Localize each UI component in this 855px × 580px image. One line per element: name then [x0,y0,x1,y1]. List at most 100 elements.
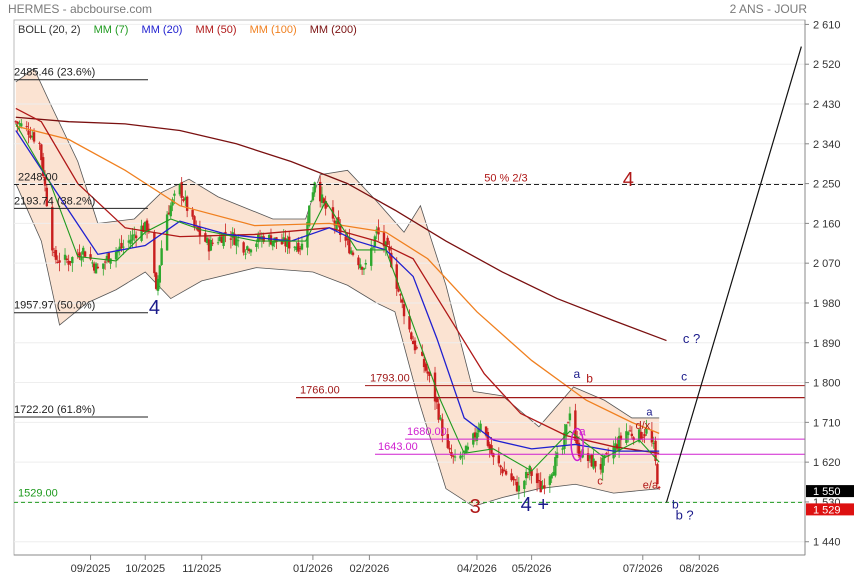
x-tick-label: 01/2026 [293,563,333,575]
x-tick-label: 11/2025 [182,563,221,575]
y-tick-label: 2 250 [813,179,841,191]
candle-body [413,340,417,351]
candle-body [20,123,23,127]
candle-body [415,347,418,349]
candle-body [439,417,442,420]
candle-body [448,447,451,450]
x-tick-label: 05/2026 [512,563,552,575]
candle-body [466,446,470,450]
fib-level-label: 1722.20 (61.8%) [14,404,95,416]
candle-body [103,261,107,263]
candle-body [566,422,570,424]
candle-body [114,251,118,260]
candle-body [191,210,194,217]
y-tick-label: 1 440 [813,537,841,549]
candle-body [643,434,646,437]
candle-body [313,182,316,193]
candle-body [362,268,366,270]
candle-body [38,142,41,144]
x-tick-label: 09/2025 [71,563,111,575]
candle-body [244,253,247,255]
candle-body [185,196,189,211]
y-tick-label: 2 160 [813,218,841,230]
candle-body [229,238,233,240]
level-1643-label: 1643.00 [378,441,418,453]
y-tick-label: 2 070 [813,258,841,270]
candle-body [249,249,253,253]
candle-body [288,236,291,249]
candle-body [311,192,315,201]
candle-body [639,431,643,440]
wave-label: c ? [683,331,700,346]
x-tick-label: 10/2025 [125,563,165,575]
candle-body [475,432,479,441]
legend-boll: BOLL (20, 2) [18,24,81,36]
y-tick-label: 1 620 [813,457,841,469]
candle-body [173,193,176,196]
wave-label: 4 [623,169,634,191]
candle-body [242,242,245,253]
wave-label: 3 [470,496,481,518]
candle-body [397,288,400,292]
candle-body [554,457,557,476]
stock-chart: 2485.46 (23.6%) 2193.74 (38.2%) 1957.97 (5… [13,19,854,575]
candle-body [71,257,74,264]
candle-body [402,304,406,317]
candle-body [235,238,238,246]
candle-body [58,260,61,263]
x-tick-label: 04/2026 [457,563,497,575]
wave-label: 4 [149,297,160,319]
candle-body [499,465,502,468]
candle-body [514,479,517,481]
candle-body [169,205,172,217]
candle-body [131,234,134,241]
legend-mm100: MM (100) [249,24,297,36]
candle-body [351,252,355,255]
candle-body [386,237,389,245]
wave-label: c [681,369,687,383]
candle-body [357,257,360,266]
candle-body [32,132,36,142]
wave-label: a [646,407,653,419]
candle-body [399,294,402,296]
candle-body [158,265,162,283]
candle-body [236,240,240,242]
candle-body [122,246,125,248]
candle-body [401,299,404,303]
x-tick-label: 08/2026 [679,563,719,575]
candle-body [628,430,632,432]
level-2248-label: 2248.00 [18,171,58,183]
candle-body [543,485,546,489]
legend-mm50: MM (50) [195,24,237,36]
x-axis: 09/2025 10/2025 11/2025 01/2026 02/2026 04/20… [14,554,805,575]
level-1529-label: 1529.00 [18,487,58,499]
y-tick-label: 1 710 [813,417,841,429]
candle-body [627,432,630,436]
candle-body [309,200,313,202]
legend-mm20: MM (20) [141,24,183,36]
candle-body [424,363,428,371]
wave-label: d/x [636,420,651,432]
x-tick-label: 02/2026 [350,563,390,575]
candle-body [300,243,304,250]
candle-body [641,436,644,438]
y-tick-label: 1 890 [813,338,841,350]
candle-body [517,485,521,492]
wave-label: c [597,475,603,487]
candle-body [102,263,105,269]
wave-label: a [574,367,581,381]
wave-label: e/a [643,480,659,492]
fib-level-label: 1957.97 (50.0%) [14,300,95,312]
candle-body [523,480,526,489]
candle-body [535,473,539,484]
candle-body [568,413,572,421]
candle-body [437,403,440,420]
candle-body [109,258,112,264]
wave-label: b ? [676,508,694,523]
candle-body [160,248,163,266]
candle-body [344,236,347,241]
y-axis: 2 610 2 520 2 430 2 340 2 250 2 160 2 070 1 980… [804,19,854,555]
candle-body [594,460,597,467]
candle-body [461,455,464,457]
legend: BOLL (20, 2) MM (7) MM (20) MM (50) MM (… [18,24,367,36]
